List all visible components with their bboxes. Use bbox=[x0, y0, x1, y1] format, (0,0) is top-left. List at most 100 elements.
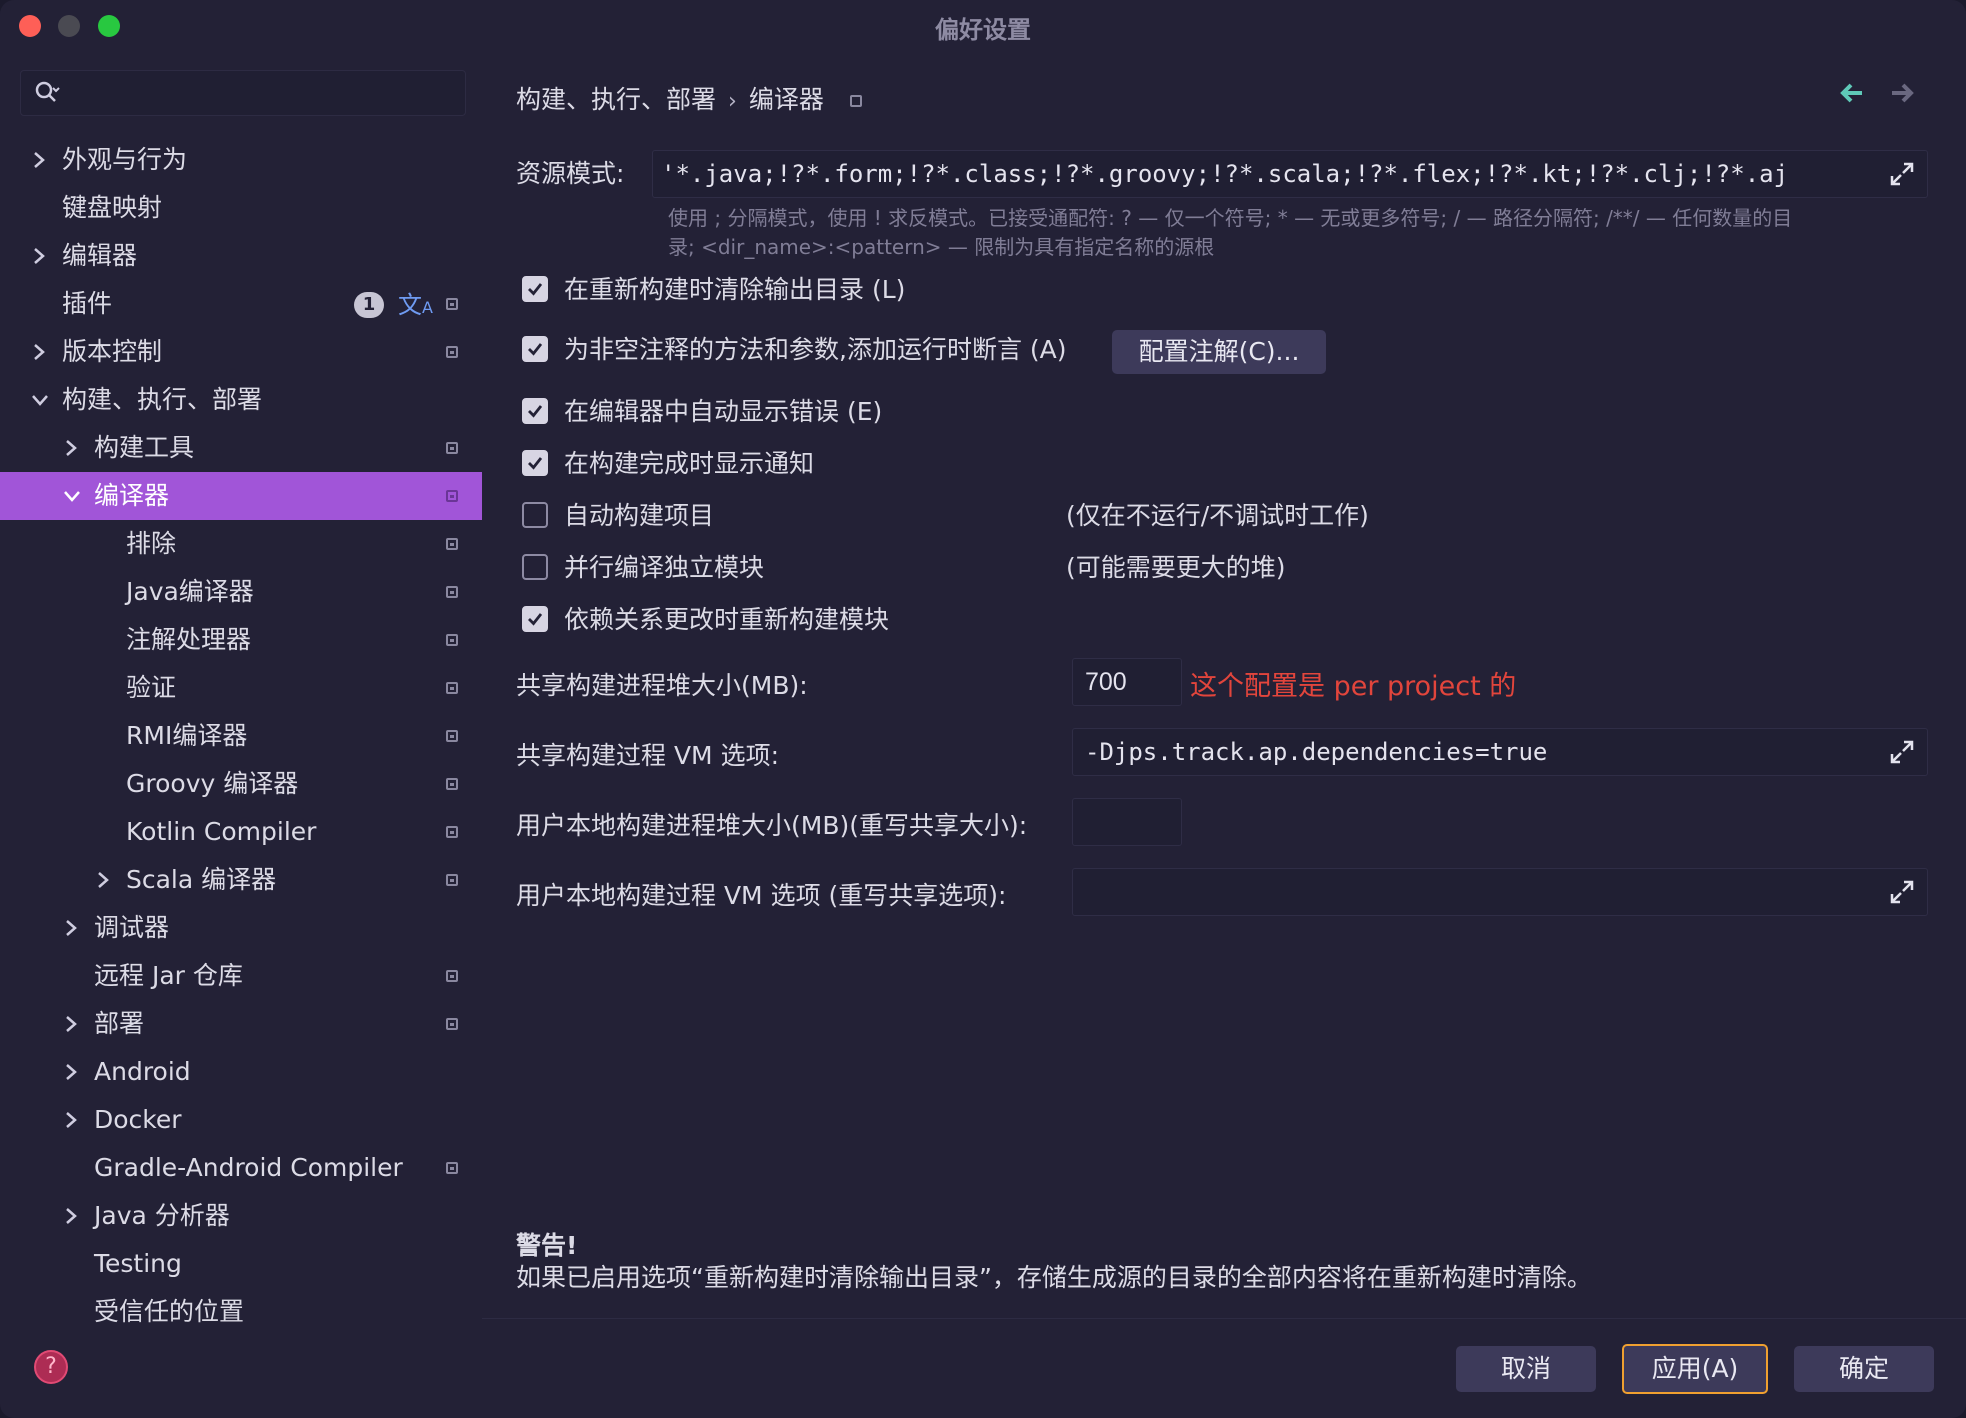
checkbox[interactable] bbox=[522, 450, 548, 476]
user-vm-options-field[interactable] bbox=[1072, 868, 1928, 916]
sidebar-item-vcs[interactable]: 版本控制 bbox=[0, 328, 482, 376]
sidebar-item-label: 验证 bbox=[126, 673, 177, 702]
search-input[interactable] bbox=[20, 70, 466, 116]
project-scope-icon bbox=[446, 826, 458, 838]
chevron-down-icon[interactable] bbox=[60, 472, 84, 520]
sidebar-item-label: Java 分析器 bbox=[94, 1201, 230, 1230]
sidebar-item-kotlin-compiler[interactable]: Kotlin Compiler bbox=[0, 808, 482, 856]
chevron-right-icon[interactable] bbox=[60, 1000, 84, 1048]
project-scope-icon bbox=[446, 490, 458, 502]
settings-sidebar: 外观与行为 键盘映射 编辑器 插件 1 文A 版本控制 构建、执行、部署 构建工具 … bbox=[0, 50, 482, 1326]
chevron-right-icon[interactable] bbox=[60, 1096, 84, 1144]
sidebar-item-debugger[interactable]: 调试器 bbox=[0, 904, 482, 952]
project-scope-icon bbox=[446, 346, 458, 358]
chevron-right-icon[interactable] bbox=[60, 1192, 84, 1240]
help-button[interactable]: ? bbox=[34, 1350, 68, 1384]
sidebar-item-plugins[interactable]: 插件 1 文A bbox=[0, 280, 482, 328]
apply-button[interactable]: 应用(A) bbox=[1622, 1344, 1768, 1394]
sidebar-item-appearance[interactable]: 外观与行为 bbox=[0, 136, 482, 184]
sidebar-item-label: 排除 bbox=[126, 529, 177, 558]
sidebar-item-label: 远程 Jar 仓库 bbox=[94, 961, 243, 990]
sidebar-item-label: 部署 bbox=[94, 1009, 145, 1038]
sidebar-item-deployment[interactable]: 部署 bbox=[0, 1000, 482, 1048]
sidebar-item-annotation-processors[interactable]: 注解处理器 bbox=[0, 616, 482, 664]
sidebar-item-java-compiler[interactable]: Java编译器 bbox=[0, 568, 482, 616]
sidebar-item-trusted-locations[interactable]: 受信任的位置 bbox=[0, 1288, 482, 1336]
sidebar-item-label: 版本控制 bbox=[62, 337, 163, 366]
user-heap-label: 用户本地构建进程堆大小(MB)(重写共享大小): bbox=[516, 811, 1028, 840]
sidebar-item-gradle-android-compiler[interactable]: Gradle-Android Compiler bbox=[0, 1144, 482, 1192]
checkbox[interactable] bbox=[522, 502, 548, 528]
checkbox[interactable] bbox=[522, 606, 548, 632]
shared-vm-options-field[interactable]: -Djps.track.ap.dependencies=true bbox=[1072, 728, 1928, 776]
sidebar-item-groovy-compiler[interactable]: Groovy 编译器 bbox=[0, 760, 482, 808]
expand-icon[interactable] bbox=[1889, 739, 1915, 765]
back-arrow-icon[interactable] bbox=[1836, 78, 1866, 108]
sidebar-item-label: 构建、执行、部署 bbox=[62, 385, 263, 414]
chevron-right-icon[interactable] bbox=[28, 328, 52, 376]
sidebar-item-excludes[interactable]: 排除 bbox=[0, 520, 482, 568]
sidebar-item-validation[interactable]: 验证 bbox=[0, 664, 482, 712]
user-heap-field[interactable] bbox=[1072, 798, 1182, 846]
sidebar-item-rmi-compiler[interactable]: RMI编译器 bbox=[0, 712, 482, 760]
sidebar-item-label: 键盘映射 bbox=[62, 193, 163, 222]
sidebar-item-build-execution-deployment[interactable]: 构建、执行、部署 bbox=[0, 376, 482, 424]
checkbox[interactable] bbox=[522, 554, 548, 580]
checkbox[interactable] bbox=[522, 398, 548, 424]
checkbox[interactable] bbox=[522, 276, 548, 302]
sidebar-item-build-tools[interactable]: 构建工具 bbox=[0, 424, 482, 472]
sidebar-item-android[interactable]: Android bbox=[0, 1048, 482, 1096]
sidebar-item-editor[interactable]: 编辑器 bbox=[0, 232, 482, 280]
sidebar-item-label: 编辑器 bbox=[62, 241, 138, 270]
sidebar-item-label: Docker bbox=[94, 1105, 182, 1134]
project-scope-icon bbox=[446, 730, 458, 742]
per-project-annotation: 这个配置是 per project 的 bbox=[1190, 671, 1517, 702]
window-title: 偏好设置 bbox=[935, 16, 1031, 44]
sidebar-item-docker[interactable]: Docker bbox=[0, 1096, 482, 1144]
chevron-down-icon[interactable] bbox=[28, 376, 52, 424]
chevron-right-icon[interactable] bbox=[28, 232, 52, 280]
sidebar-item-testing[interactable]: Testing bbox=[0, 1240, 482, 1288]
shared-heap-label: 共享构建进程堆大小(MB): bbox=[516, 671, 808, 700]
sidebar-item-label: 受信任的位置 bbox=[94, 1297, 245, 1326]
breadcrumb-parent[interactable]: 构建、执行、部署 bbox=[516, 80, 716, 116]
shared-heap-field[interactable]: 700 bbox=[1072, 658, 1182, 706]
sidebar-item-scala-compiler[interactable]: Scala 编译器 bbox=[0, 856, 482, 904]
sidebar-item-label: 调试器 bbox=[94, 913, 170, 942]
resource-patterns-label: 资源模式: bbox=[516, 159, 625, 188]
cancel-button[interactable]: 取消 bbox=[1456, 1346, 1596, 1392]
project-scope-icon bbox=[446, 1162, 458, 1174]
forward-arrow-icon[interactable] bbox=[1888, 78, 1918, 108]
warning-text: 如果已启用选项“重新构建时清除输出目录”，存储生成源的目录的全部内容将在重新构建… bbox=[516, 1263, 1592, 1292]
chevron-right-icon[interactable] bbox=[60, 424, 84, 472]
resource-patterns-field[interactable]: '*.java;!?*.form;!?*.class;!?*.groovy;!?… bbox=[652, 150, 1928, 198]
sidebar-item-label: 编译器 bbox=[94, 481, 170, 510]
sidebar-item-remote-jar-repositories[interactable]: 远程 Jar 仓库 bbox=[0, 952, 482, 1000]
translate-icon: 文A bbox=[398, 291, 433, 319]
sidebar-item-label: Groovy 编译器 bbox=[126, 769, 299, 798]
configure-annotations-button[interactable]: 配置注解(C)... bbox=[1112, 330, 1326, 374]
sidebar-item-label: 注解处理器 bbox=[126, 625, 252, 654]
chevron-right-icon[interactable] bbox=[60, 904, 84, 952]
sidebar-item-label: 构建工具 bbox=[94, 433, 195, 462]
preferences-window: 偏好设置 外观与行为 键盘映射 编辑器 插件 1 文A 版本控制 构建、执行、部署 … bbox=[0, 0, 1966, 1418]
project-scope-icon bbox=[446, 586, 458, 598]
checkbox[interactable] bbox=[522, 336, 548, 362]
chevron-right-icon[interactable] bbox=[92, 856, 116, 904]
ok-button[interactable]: 确定 bbox=[1794, 1346, 1934, 1392]
expand-icon[interactable] bbox=[1889, 161, 1915, 187]
search-icon bbox=[33, 79, 61, 107]
project-scope-icon bbox=[446, 874, 458, 886]
sidebar-item-label: Java编译器 bbox=[126, 577, 254, 606]
plugin-update-badge: 1 bbox=[354, 292, 384, 318]
chevron-right-icon[interactable] bbox=[60, 1048, 84, 1096]
sidebar-item-java-profiler[interactable]: Java 分析器 bbox=[0, 1192, 482, 1240]
project-scope-icon bbox=[446, 442, 458, 454]
breadcrumb-separator: › bbox=[728, 89, 737, 114]
project-scope-icon bbox=[446, 1018, 458, 1030]
resource-patterns-hint: 使用 ; 分隔模式，使用 ! 求反模式。已接受通配符: ? — 仅一个符号; *… bbox=[668, 206, 1793, 259]
sidebar-item-compiler[interactable]: 编译器 bbox=[0, 472, 482, 520]
chevron-right-icon[interactable] bbox=[28, 136, 52, 184]
expand-icon[interactable] bbox=[1889, 879, 1915, 905]
sidebar-item-keymap[interactable]: 键盘映射 bbox=[0, 184, 482, 232]
